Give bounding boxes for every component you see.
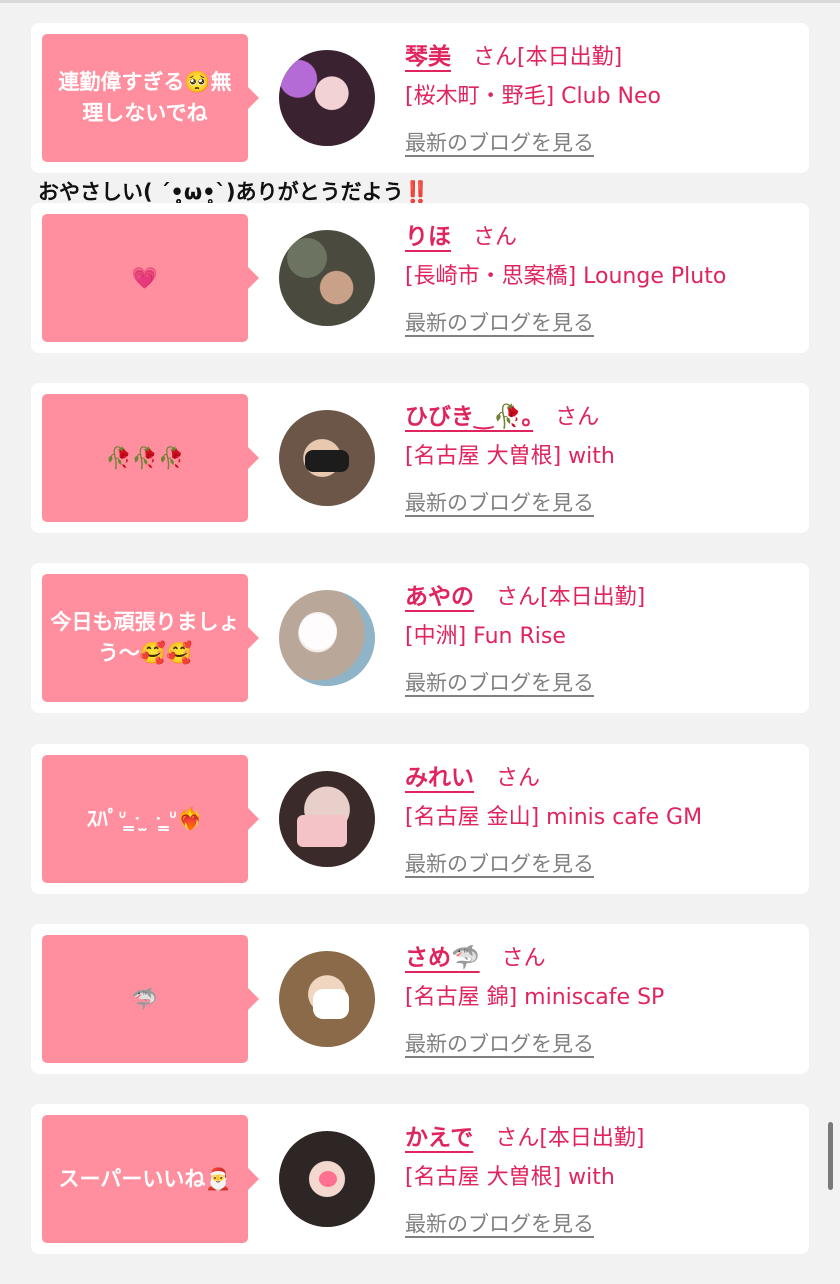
blog-card: 💗 りほ さん [長崎市・思案橋] Lounge Pluto 最新のブログを見る	[31, 203, 809, 353]
shop-label: [桜木町・野毛] Club Neo	[405, 84, 661, 109]
latest-blog-link[interactable]: 最新のブログを見る	[405, 667, 594, 697]
shop-label: [名古屋 大曽根] with	[405, 1165, 615, 1190]
shop-label: [中洲] Fun Rise	[405, 624, 566, 649]
blog-card: 🦈 さめ🦈 さん [名古屋 錦] miniscafe SP 最新のブログを見る	[31, 924, 809, 1074]
cast-name-link[interactable]: みれい	[405, 758, 474, 792]
honorific-label: さん	[473, 225, 518, 250]
message-bubble: ｽﾊﾟᐡ ̳ᐧ ̫ ᐧ ̳ᐡ❤️‍🔥	[42, 755, 259, 883]
honorific-label: さん	[495, 1126, 540, 1151]
cast-name-link[interactable]: かえで	[405, 1118, 473, 1152]
message-bubble: 🥀🥀🥀	[42, 394, 259, 522]
latest-blog-link[interactable]: 最新のブログを見る	[405, 127, 594, 157]
cast-name-link[interactable]: 琴美	[405, 37, 451, 71]
message-bubble: スーパーいいね🎅	[42, 1115, 259, 1243]
work-status-badge: [本日出勤]	[539, 1126, 645, 1151]
avatar[interactable]	[279, 590, 375, 686]
cast-name-link[interactable]: ひびき‿🥀｡	[405, 397, 533, 431]
latest-blog-link[interactable]: 最新のブログを見る	[405, 1208, 594, 1238]
shop-label: [長崎市・思案橋] Lounge Pluto	[405, 264, 727, 289]
message-bubble: 今日も頑張りましょう〜🥰🥰	[42, 574, 259, 702]
shop-label: [名古屋 大曽根] with	[405, 444, 615, 469]
overlay-caption: おやさしい( ´•̥̥̥ω•̥̥̥`)ありがとうだよう‼️	[38, 180, 430, 204]
avatar[interactable]	[279, 771, 375, 867]
blog-card: 連勤偉すぎる🥺無理しないでね 琴美 さん [本日出勤] [桜木町・野毛] Clu…	[31, 23, 809, 173]
cast-name-link[interactable]: あやの	[405, 577, 474, 611]
avatar[interactable]	[279, 410, 375, 506]
honorific-label: さん	[496, 766, 541, 791]
work-status-badge: [本日出勤]	[517, 45, 623, 70]
cast-name-link[interactable]: りほ	[405, 217, 451, 251]
honorific-label: さん	[501, 946, 546, 971]
avatar[interactable]	[279, 50, 375, 146]
avatar[interactable]	[279, 951, 375, 1047]
latest-blog-link[interactable]: 最新のブログを見る	[405, 1028, 594, 1058]
message-bubble: 🦈	[42, 935, 259, 1063]
work-status-badge: [本日出勤]	[540, 585, 646, 610]
blog-card: 🥀🥀🥀 ひびき‿🥀｡ さん [名古屋 大曽根] with 最新のブログを見る	[31, 383, 809, 533]
avatar[interactable]	[279, 230, 375, 326]
blog-card: スーパーいいね🎅 かえで さん [本日出勤] [名古屋 大曽根] with 最新…	[31, 1104, 809, 1254]
blog-card: 今日も頑張りましょう〜🥰🥰 あやの さん [本日出勤] [中洲] Fun Ris…	[31, 563, 809, 713]
shop-label: [名古屋 金山] minis cafe GM	[405, 805, 703, 830]
shop-label: [名古屋 錦] miniscafe SP	[405, 985, 665, 1010]
top-divider	[0, 0, 840, 3]
avatar[interactable]	[279, 1131, 375, 1227]
honorific-label: さん	[555, 405, 600, 430]
message-bubble: 連勤偉すぎる🥺無理しないでね	[42, 34, 259, 162]
honorific-label: さん	[496, 585, 541, 610]
latest-blog-link[interactable]: 最新のブログを見る	[405, 307, 594, 337]
latest-blog-link[interactable]: 最新のブログを見る	[405, 487, 594, 517]
honorific-label: さん	[473, 45, 518, 70]
message-bubble: 💗	[42, 214, 259, 342]
latest-blog-link[interactable]: 最新のブログを見る	[405, 848, 594, 878]
cast-name-link[interactable]: さめ🦈	[405, 938, 480, 972]
scrollbar[interactable]	[828, 1122, 833, 1190]
blog-card: ｽﾊﾟᐡ ̳ᐧ ̫ ᐧ ̳ᐡ❤️‍🔥 みれい さん [名古屋 金山] minis…	[31, 744, 809, 894]
